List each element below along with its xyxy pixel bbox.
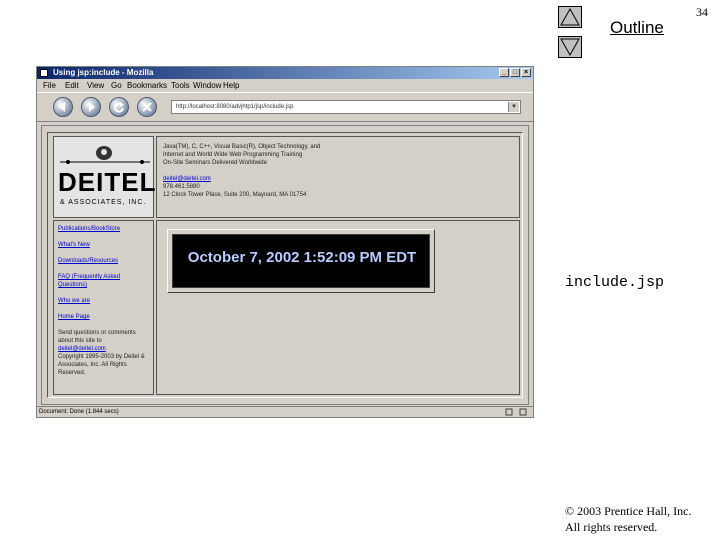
info-line: Java(TM), C, C++, Visual Basic(R), Objec… xyxy=(163,144,321,150)
mozilla-app-icon xyxy=(40,69,48,77)
reload-icon xyxy=(114,102,124,113)
site-nav: Publications/BookStore What's New Downlo… xyxy=(53,220,154,395)
browser-window: Using jsp:include - Mozilla _ □ × File E… xyxy=(36,66,534,418)
menu-bookmarks[interactable]: Bookmarks xyxy=(127,81,167,90)
file-name-label: include.jsp xyxy=(565,274,665,291)
deitel-logo: DEITEL & ASSOCIATES, INC. xyxy=(53,136,157,218)
logo-wordmark: DEITEL xyxy=(58,167,157,197)
back-icon xyxy=(59,102,65,112)
info-line: On-Site Seminars Delivered Worldwide xyxy=(163,160,267,166)
menu-window[interactable]: Window xyxy=(193,81,221,90)
url-input[interactable]: http://localhost:8080/advjhtp1/jsp/inclu… xyxy=(171,100,521,114)
navigation-toolbar: http://localhost:8080/advjhtp1/jsp/inclu… xyxy=(37,92,533,122)
contact-email-link[interactable]: deitel@deitel.com xyxy=(163,175,513,183)
slide-page-number: 34 xyxy=(696,5,708,19)
stop-icon xyxy=(142,102,152,112)
outline-down-button[interactable] xyxy=(558,36,582,58)
status-bar: Document: Done (1.844 secs) xyxy=(37,406,533,417)
maximize-button[interactable]: □ xyxy=(510,68,520,77)
forward-button[interactable] xyxy=(81,97,101,117)
status-text: Document: Done (1.844 secs) xyxy=(39,409,119,415)
window-title: Using jsp:include - Mozilla xyxy=(53,68,154,77)
menu-help[interactable]: Help xyxy=(223,81,239,90)
logo-subtitle: & ASSOCIATES, INC. xyxy=(60,199,147,206)
page-viewport: DEITEL & ASSOCIATES, INC. Java(TM), C, C… xyxy=(41,125,529,405)
menu-tools[interactable]: Tools xyxy=(171,81,190,90)
menu-edit[interactable]: Edit xyxy=(65,81,79,90)
triangle-up-icon xyxy=(560,7,580,26)
security-lock-icon xyxy=(505,408,527,416)
send-questions-text: Send questions or comments about this si… xyxy=(58,329,149,353)
copyright-line-2: All rights reserved. xyxy=(565,520,658,534)
date-time-text: October 7, 2002 1:52:09 PM EDT xyxy=(187,249,417,266)
minimize-button[interactable]: _ xyxy=(499,68,509,77)
contact-address: 12 Clock Tower Place, Suite 200, Maynard… xyxy=(163,192,307,198)
send-email-link[interactable]: deitel@deitel.com xyxy=(58,346,106,352)
window-titlebar: Using jsp:include - Mozilla _ □ × xyxy=(37,67,533,79)
date-frame: October 7, 2002 1:52:09 PM EDT xyxy=(167,229,435,293)
menu-file[interactable]: File xyxy=(43,81,56,90)
slide-copyright: © 2003 Prentice Hall, Inc. All rights re… xyxy=(565,503,691,535)
nav-link-home[interactable]: Home Page xyxy=(58,313,149,321)
back-button[interactable] xyxy=(53,97,73,117)
menu-view[interactable]: View xyxy=(87,81,104,90)
site-copyright: Copyright 1995-2003 by Deitel & Associat… xyxy=(58,354,145,376)
nav-link-publications[interactable]: Publications/BookStore xyxy=(58,225,149,233)
outline-up-button[interactable] xyxy=(558,6,582,28)
info-line: Internet and World Wide Web Programming … xyxy=(163,152,303,158)
page-table: DEITEL & ASSOCIATES, INC. Java(TM), C, C… xyxy=(47,132,523,398)
triangle-down-icon xyxy=(560,38,580,57)
main-content: October 7, 2002 1:52:09 PM EDT xyxy=(156,220,520,395)
url-text: http://localhost:8080/advjhtp1/jsp/inclu… xyxy=(176,104,294,110)
close-button[interactable]: × xyxy=(521,68,531,77)
contact-phone: 978.461.5880 xyxy=(163,184,200,190)
menu-go[interactable]: Go xyxy=(111,81,122,90)
menu-bar: File Edit View Go Bookmarks Tools Window… xyxy=(37,80,533,91)
nav-link-downloads[interactable]: Downloads/Resources xyxy=(58,257,149,265)
nav-link-who-we-are[interactable]: Who we are xyxy=(58,297,149,305)
chevron-down-icon[interactable]: ▼ xyxy=(508,102,519,112)
company-info: Java(TM), C, C++, Visual Basic(R), Objec… xyxy=(156,136,520,218)
stop-button[interactable] xyxy=(137,97,157,117)
send-text: Send questions or comments about this si… xyxy=(58,330,136,344)
logo-rule-icon xyxy=(60,160,150,164)
forward-icon xyxy=(89,102,95,112)
reload-button[interactable] xyxy=(109,97,129,117)
date-display: October 7, 2002 1:52:09 PM EDT xyxy=(172,234,430,288)
copyright-line-1: © 2003 Prentice Hall, Inc. xyxy=(565,504,692,518)
outline-link[interactable]: Outline xyxy=(610,18,664,38)
nav-link-whats-new[interactable]: What's New xyxy=(58,241,149,249)
nav-link-faq[interactable]: FAQ (Frequently Asked Questions) xyxy=(58,273,149,289)
